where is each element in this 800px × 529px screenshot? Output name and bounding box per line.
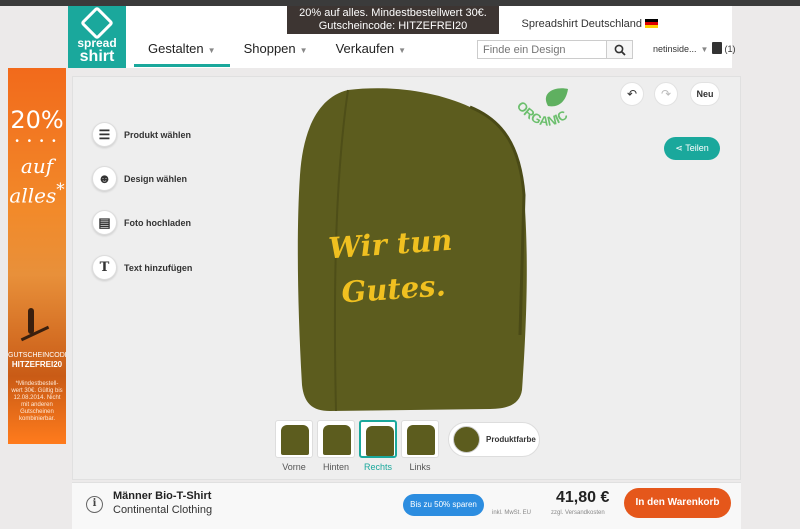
view-front[interactable]: Vorne (275, 420, 313, 472)
ad-word-2: alles (9, 183, 57, 208)
tool-design[interactable]: ☻ Design wählen (92, 166, 187, 191)
product-brand: Continental Clothing (113, 504, 213, 516)
undo-button[interactable]: ↶ (620, 82, 644, 106)
user-name: netinside... (653, 44, 697, 54)
nav-gestalten-label: Gestalten (148, 41, 204, 56)
tool-design-label: Design wählen (124, 173, 188, 184)
save-badge-button[interactable]: Bis zu 50% sparen (403, 494, 484, 516)
view-front-thumb (275, 420, 313, 458)
design-text[interactable]: Wir tun Gutes. (319, 217, 465, 317)
redo-button[interactable]: ↷ (654, 82, 678, 106)
new-button[interactable]: Neu (690, 82, 720, 106)
search-icon (614, 44, 626, 56)
search-input[interactable] (477, 40, 607, 59)
cart-button[interactable]: (1) (712, 42, 736, 54)
ad-code-value: HITZEFREI20 (11, 360, 63, 369)
cart-count: (1) (724, 44, 736, 54)
ad-code-label: GUTSCHEINCODE: (8, 352, 66, 359)
logo-heart-icon (80, 6, 114, 40)
view-back[interactable]: Hinten (317, 420, 355, 472)
share-button[interactable]: ⋖ Teilen (664, 137, 720, 160)
organic-badge-text: ORGANIC (514, 98, 571, 129)
search-button[interactable] (607, 40, 633, 59)
chevron-down-icon: ▼ (398, 46, 407, 55)
promo-ad-banner[interactable]: 20% • • • • auf alles* GUTSCHEINCODE: HITZ… (8, 68, 66, 444)
nav-verkaufen[interactable]: Verkaufen ▼ (322, 33, 420, 67)
organic-badge: ORGANIC (514, 88, 571, 129)
country-label: Spreadshirt Deutschland (521, 18, 642, 30)
view-back-thumb (317, 420, 355, 458)
view-selector: Vorne Hinten Rechts Links (275, 420, 443, 472)
tool-photo[interactable]: ▤ Foto hochladen (92, 210, 191, 235)
view-left[interactable]: Links (401, 420, 439, 472)
view-right-label: Rechts (363, 462, 392, 472)
chevron-down-icon: ▼ (700, 45, 709, 54)
user-menu[interactable]: netinside... ▼ (653, 44, 708, 54)
shopping-bag-icon (712, 42, 722, 54)
color-swatch (453, 426, 480, 453)
nav-shoppen[interactable]: Shoppen ▼ (230, 33, 322, 67)
product-price: 41,80 € (556, 489, 610, 506)
share-label: Teilen (685, 143, 709, 153)
view-left-thumb (401, 420, 439, 458)
ad-fine-print: *Mindestbestell-wert 30€. Gültig bis 12.… (11, 381, 63, 422)
ad-word-1: auf (20, 154, 54, 178)
main-nav: Gestalten ▼ Shoppen ▼ Verkaufen ▼ (134, 33, 420, 67)
chevron-down-icon: ▼ (207, 46, 216, 55)
logo-word-2: shirt (79, 48, 115, 65)
nav-shoppen-label: Shoppen (243, 41, 296, 56)
promo-line-1: 20% auf alles. Mindestbestellwert 30€. (299, 7, 487, 19)
tool-text[interactable]: T Text hinzufügen (92, 255, 192, 280)
surfboard-shape (20, 325, 50, 342)
view-right-thumb (359, 420, 397, 458)
nav-verkaufen-label: Verkaufen (335, 41, 395, 56)
ad-percent: 20% (10, 106, 64, 134)
promo-line-2: Gutscheincode: HITZEFREI20 (318, 20, 468, 32)
view-right[interactable]: Rechts (359, 420, 397, 472)
smiley-icon: ☻ (92, 166, 117, 191)
ad-code: GUTSCHEINCODE: HITZEFREI20 (8, 351, 66, 369)
tool-photo-label: Foto hochladen (124, 217, 191, 228)
country-selector[interactable]: Spreadshirt Deutschland (522, 18, 658, 30)
undo-icon: ↶ (626, 87, 638, 101)
germany-flag-icon (645, 19, 658, 28)
nav-gestalten[interactable]: Gestalten ▼ (134, 33, 230, 67)
info-icon[interactable]: i (86, 496, 103, 513)
color-label: Produktfarbe (486, 435, 536, 444)
view-back-label: Hinten (322, 462, 349, 472)
leaf-icon (545, 88, 568, 107)
tool-text-label: Text hinzufügen (124, 262, 193, 273)
product-color-picker[interactable]: Produktfarbe (448, 422, 540, 457)
product-stack-icon: ☰ (92, 122, 117, 147)
promo-banner[interactable]: 20% auf alles. Mindestbestellwert 30€. G… (287, 6, 499, 34)
photo-upload-icon: ▤ (92, 210, 117, 235)
redo-icon: ↷ (660, 87, 672, 101)
tax-note: inkl. MwSt. EU (492, 510, 532, 516)
ad-star: * (56, 180, 65, 199)
tool-product-label: Produkt wählen (124, 129, 192, 140)
view-left-label: Links (409, 462, 431, 472)
product-name: Männer Bio-T-Shirt (113, 490, 212, 502)
chevron-down-icon: ▼ (299, 46, 308, 55)
shipping-note[interactable]: zzgl. Versandkosten (551, 510, 605, 516)
share-icon: ⋖ (675, 143, 683, 153)
text-t-icon: T (92, 255, 117, 280)
spreadshirt-logo[interactable]: spread shirt (68, 6, 126, 68)
add-to-cart-button[interactable]: In den Warenkorb (624, 488, 731, 518)
tool-product[interactable]: ☰ Produkt wählen (92, 122, 191, 147)
view-front-label: Vorne (282, 462, 306, 472)
svg-text:ORGANIC: ORGANIC (514, 98, 571, 129)
surfer-figure (28, 308, 34, 334)
ad-slogan: auf alles* (8, 154, 66, 208)
ad-dots: • • • • (15, 136, 59, 147)
